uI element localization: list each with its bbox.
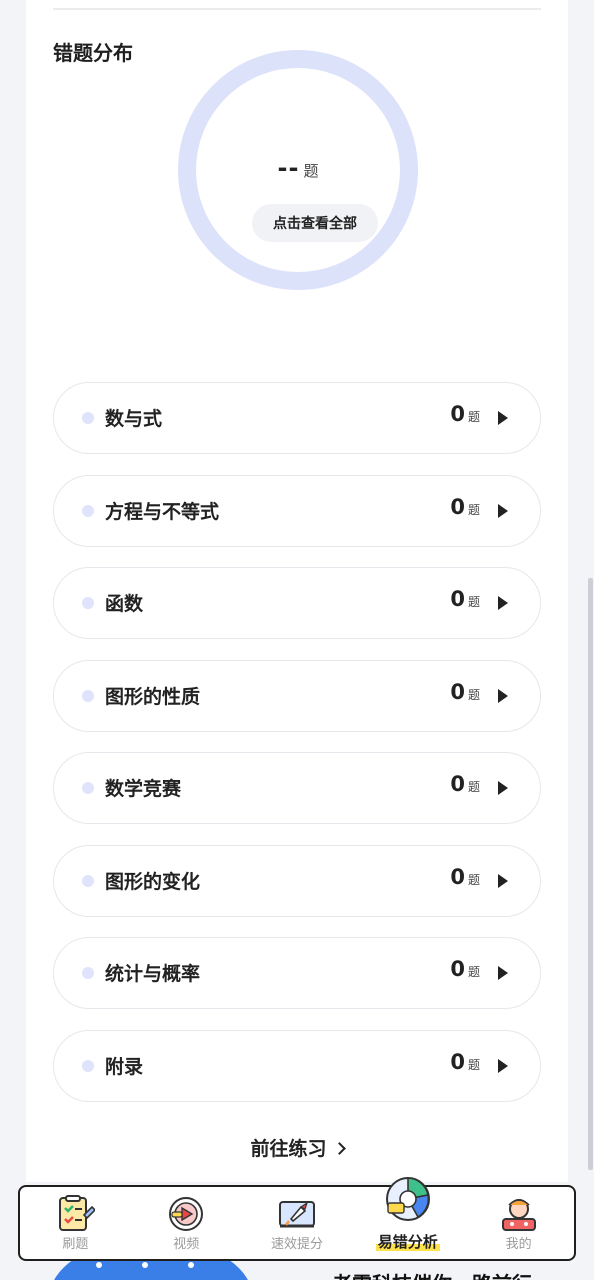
bullet-dot-icon <box>82 1059 94 1072</box>
tab-label: 速效提分 <box>270 1237 323 1252</box>
category-item[interactable]: 数学竞赛 0题 <box>53 752 541 824</box>
bullet-dot-icon <box>82 597 94 609</box>
category-count: 0题 <box>450 772 480 796</box>
rocket-icon <box>278 1201 315 1228</box>
category-count: 0题 <box>450 1049 480 1074</box>
tab-label: 视频 <box>173 1237 200 1252</box>
tab-label: 刷题 <box>62 1237 89 1252</box>
bullet-dot-icon <box>82 689 94 702</box>
category-name: 图形的性质 <box>105 685 201 708</box>
profile-icon <box>501 1199 536 1231</box>
category-item[interactable]: 函数 0题 <box>53 567 541 639</box>
category-item[interactable]: 统计与概率 0题 <box>53 937 541 1009</box>
checklist-icon <box>59 1195 96 1231</box>
tab-error-analysis[interactable]: 易错分析 <box>352 1177 463 1259</box>
category-item[interactable]: 图形的变化 0题 <box>53 844 541 917</box>
bullet-dot-icon <box>82 874 94 887</box>
category-count: 0题 <box>450 494 480 519</box>
analysis-chart-icon <box>385 1177 430 1221</box>
section-title: 错题分布 <box>53 41 133 65</box>
tab-video[interactable]: 视频 <box>131 1187 242 1259</box>
play-arrow-icon <box>498 781 508 795</box>
tab-label: 我的 <box>505 1237 532 1252</box>
category-item[interactable]: 数与式 0题 <box>53 382 541 454</box>
category-item[interactable]: 附录 0题 <box>53 1029 541 1102</box>
category-name: 图形的变化 <box>105 870 201 893</box>
category-count: 0题 <box>450 864 480 889</box>
banner-text: 老雷科技催你一路前行 <box>332 1268 532 1280</box>
total-count: -- 题 <box>196 154 400 182</box>
play-arrow-icon <box>498 1058 508 1073</box>
bullet-dot-icon <box>82 412 94 424</box>
play-arrow-icon <box>498 503 508 518</box>
play-arrow-icon <box>498 596 508 610</box>
category-name: 函数 <box>105 593 144 615</box>
category-name: 统计与概率 <box>105 963 201 985</box>
category-list: 数与式 0题 方程与不等式 0题 函数 0题 图形的性质 0题 数学竞赛 0题 … <box>53 382 541 1122</box>
category-item[interactable]: 方程与不等式 0题 <box>53 474 541 547</box>
tab-profile[interactable]: 我的 <box>463 1187 574 1259</box>
category-count: 0题 <box>450 587 480 611</box>
play-arrow-icon <box>498 411 508 425</box>
play-arrow-icon <box>498 688 508 703</box>
category-name: 数与式 <box>105 408 163 430</box>
bullet-dot-icon <box>82 504 94 517</box>
view-all-button[interactable]: 点击查看全部 <box>252 204 378 242</box>
bullet-dot-icon <box>82 782 94 794</box>
play-arrow-icon <box>498 966 508 980</box>
error-distribution-ring: -- 题 点击查看全部 <box>178 50 418 290</box>
play-arrow-icon <box>498 873 508 888</box>
category-count: 0题 <box>450 402 480 426</box>
bullet-dot-icon <box>82 967 94 979</box>
category-item[interactable]: 图形的性质 0题 <box>53 659 541 732</box>
bottom-tab-bar: 刷题 视频 速效提分 易错分析 我的 <box>18 1177 576 1261</box>
decor-dot <box>142 1262 148 1268</box>
category-name: 方程与不等式 <box>105 500 220 523</box>
category-count: 0题 <box>450 679 480 704</box>
total-count-value: -- <box>277 154 300 182</box>
tab-quick-boost[interactable]: 速效提分 <box>242 1187 353 1259</box>
goto-practice-label: 前往练习 <box>250 1138 327 1160</box>
top-divider <box>53 8 541 10</box>
decor-dot <box>188 1262 194 1268</box>
category-name: 附录 <box>105 1055 144 1078</box>
decor-dot <box>96 1262 102 1268</box>
category-count: 0题 <box>450 957 480 981</box>
tab-practice[interactable]: 刷题 <box>20 1187 131 1259</box>
chevron-right-icon <box>332 1142 346 1155</box>
tab-label: 易错分析 <box>375 1233 440 1251</box>
goto-practice-link[interactable]: 前往练习 <box>0 1134 594 1161</box>
video-play-icon <box>169 1197 204 1231</box>
total-count-unit: 题 <box>303 162 319 180</box>
category-name: 数学竞赛 <box>105 778 182 800</box>
scrollbar[interactable] <box>588 578 593 1170</box>
